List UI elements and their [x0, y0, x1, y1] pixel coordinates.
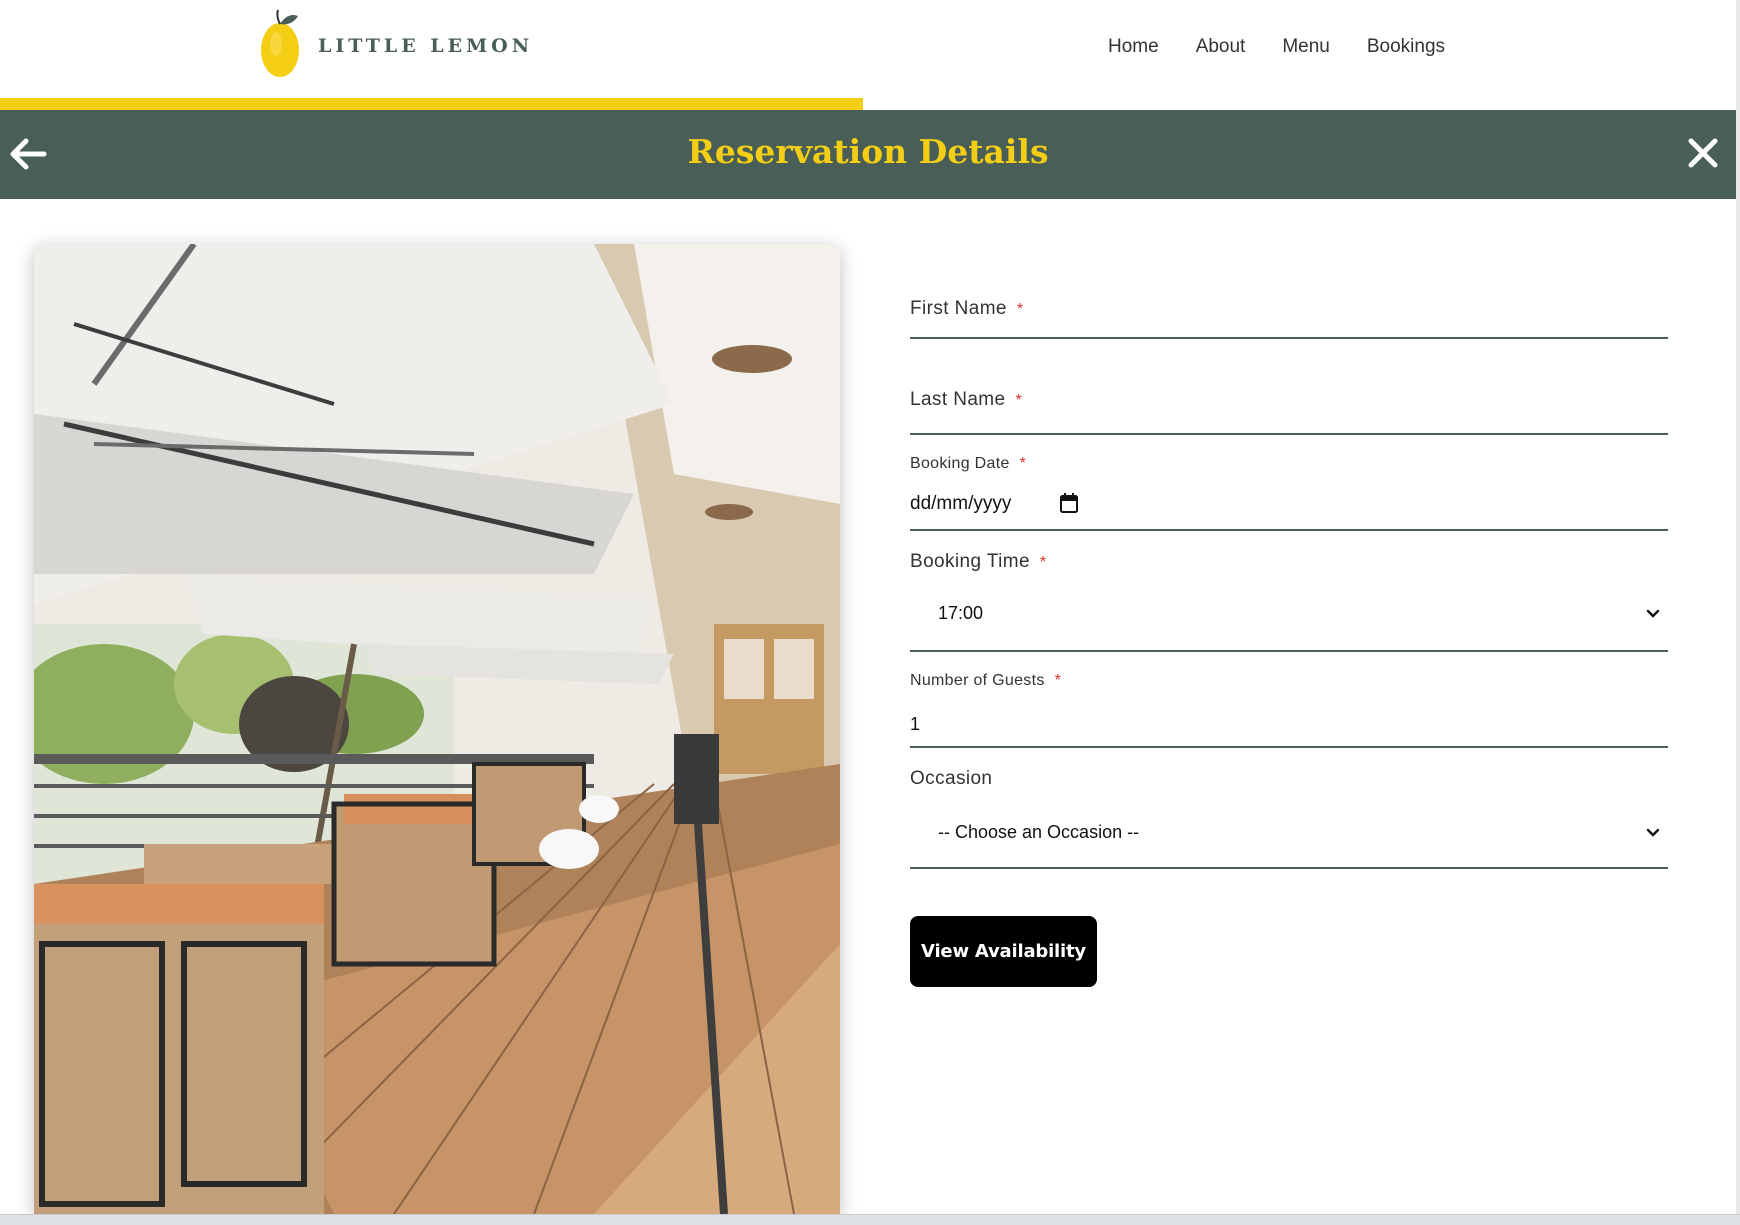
first-name-field[interactable]: First Name * [910, 244, 1668, 339]
guests-input[interactable]: 1 [910, 714, 920, 735]
first-name-label: First Name * [910, 298, 1024, 319]
required-marker: * [1015, 392, 1023, 409]
accent-bar [0, 98, 863, 110]
guests-label: Number of Guests * [910, 672, 1062, 689]
view-availability-button[interactable]: View Availability [910, 916, 1097, 987]
nav-home-link[interactable]: Home [1108, 36, 1159, 58]
booking-time-label: Booking Time * [910, 551, 1047, 572]
required-marker: * [1019, 455, 1027, 472]
reservation-form: First Name * Last Name * Booking Date * dd/… [910, 244, 1668, 987]
nav-menu-link[interactable]: Menu [1282, 36, 1330, 58]
guests-field[interactable]: Number of Guests * 1 [910, 652, 1668, 748]
page-scrollbar[interactable] [1736, 0, 1740, 1214]
required-marker: * [1039, 554, 1047, 571]
title-band: Reservation Details [0, 110, 1736, 199]
required-marker: * [1054, 672, 1062, 689]
chevron-down-icon[interactable] [1646, 609, 1660, 619]
nav-about-link[interactable]: About [1196, 36, 1246, 58]
logo-text: LITTLE LEMON [318, 35, 534, 57]
os-taskbar [0, 1214, 1740, 1225]
logo[interactable]: LITTLE LEMON [258, 8, 533, 80]
occasion-label: Occasion [910, 768, 993, 789]
calendar-icon[interactable] [1060, 493, 1078, 513]
occasion-select[interactable]: -- Choose an Occasion -- [938, 822, 1139, 843]
booking-time-field[interactable]: Booking Time * 17:00 [910, 531, 1668, 652]
lemon-icon [261, 9, 299, 77]
main-nav: Home About Menu Bookings [1108, 36, 1482, 58]
occasion-field[interactable]: Occasion -- Choose an Occasion -- [910, 748, 1668, 869]
booking-date-label: Booking Date * [910, 455, 1027, 472]
restaurant-terrace-photo [34, 244, 840, 1214]
booking-time-select[interactable]: 17:00 [938, 603, 983, 624]
last-name-label: Last Name * [910, 389, 1023, 410]
site-header: LITTLE LEMON Home About Menu Bookings [0, 0, 1740, 110]
close-icon[interactable] [1686, 136, 1720, 170]
booking-date-field[interactable]: Booking Date * dd/mm/yyyy [910, 435, 1668, 531]
last-name-field[interactable]: Last Name * [910, 339, 1668, 435]
page-title: Reservation Details [687, 132, 1049, 171]
nav-bookings-link[interactable]: Bookings [1367, 36, 1445, 58]
chevron-down-icon[interactable] [1646, 828, 1660, 838]
required-marker: * [1016, 301, 1024, 318]
booking-date-input[interactable]: dd/mm/yyyy [910, 493, 1011, 515]
